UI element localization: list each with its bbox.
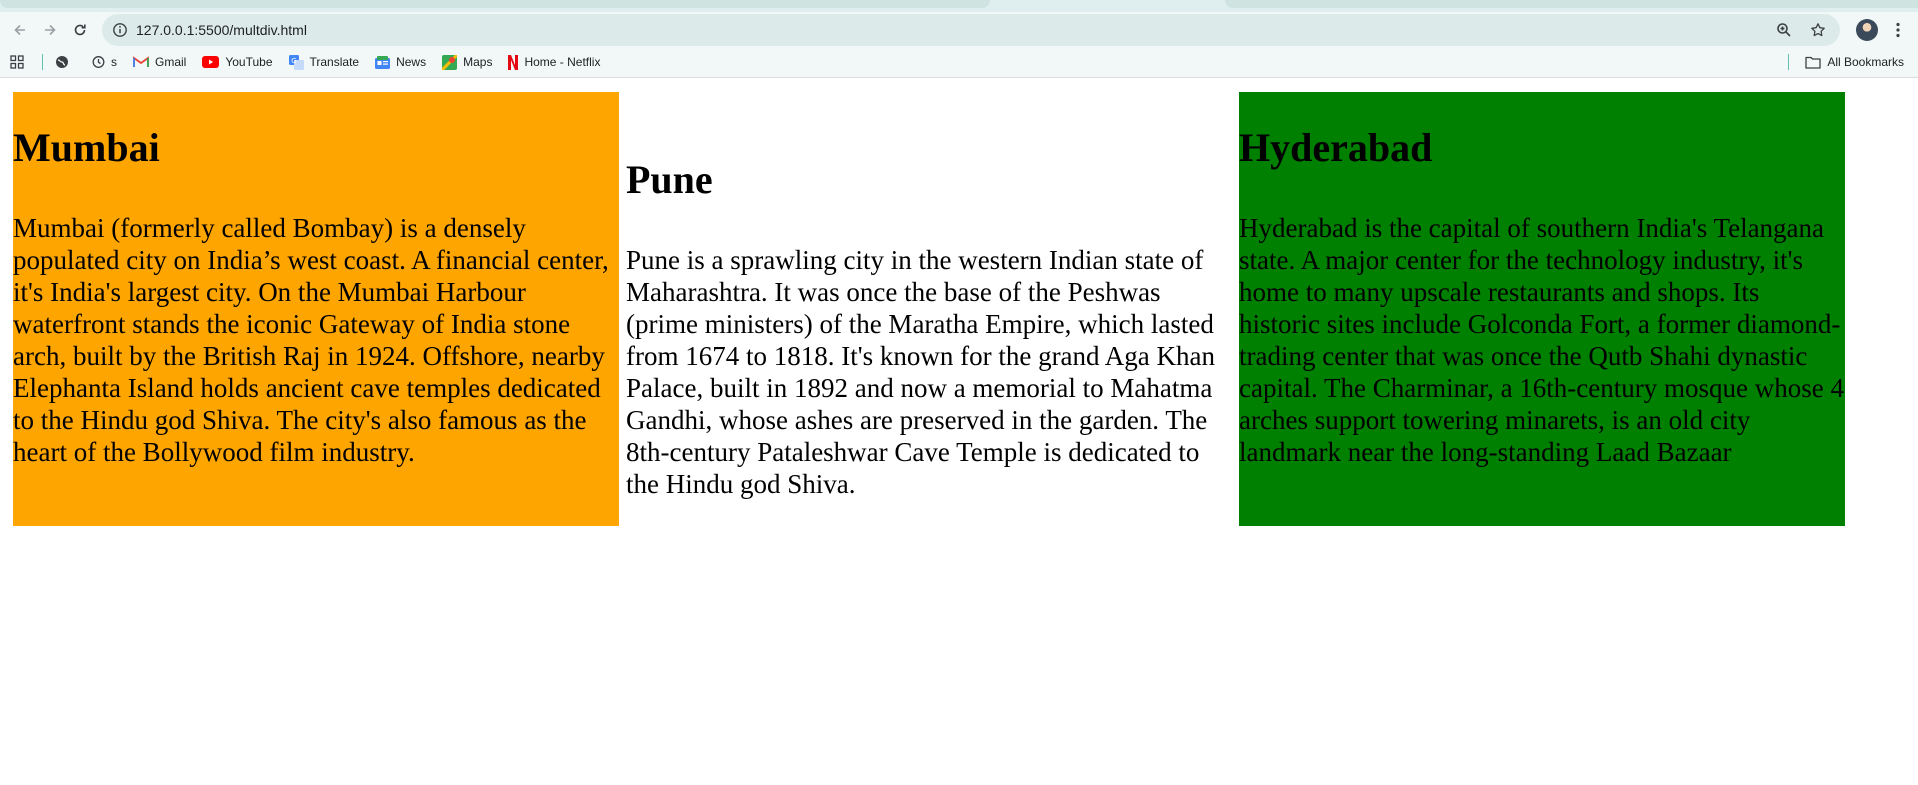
bookmark-translate[interactable]: G Translate (288, 54, 360, 70)
zoom-icon[interactable] (1776, 22, 1792, 38)
reload-icon (74, 24, 86, 35)
bookmark-netflix-label: Home - Netflix (524, 55, 601, 69)
browser-chrome: 127.0.0.1:5500/multdiv.html s Gmail YouT… (0, 0, 1918, 78)
city-card-pune: Pune Pune is a sprawling city in the wes… (626, 92, 1232, 526)
apps-grid-icon (10, 55, 24, 69)
city-card-hyderabad: Hyderabad Hyderabad is the capital of so… (1239, 92, 1845, 526)
back-button[interactable] (6, 16, 34, 44)
tab-active[interactable] (0, 0, 990, 8)
apps-button[interactable] (10, 55, 24, 69)
reload-button[interactable] (66, 16, 94, 44)
translate-icon: G (288, 54, 304, 70)
news-icon (375, 55, 391, 69)
menu-button[interactable] (1888, 20, 1908, 40)
all-bookmarks-label: All Bookmarks (1827, 55, 1904, 69)
city-card-mumbai: Mumbai Mumbai (formerly called Bombay) i… (13, 92, 619, 526)
netflix-icon (508, 54, 519, 70)
forward-button[interactable] (36, 16, 64, 44)
history-icon (91, 55, 105, 69)
city-description-mumbai: Mumbai (formerly called Bombay) is a den… (13, 213, 609, 467)
city-description-hyderabad: Hyderabad is the capital of southern Ind… (1239, 213, 1844, 467)
bookmark-netflix[interactable]: Home - Netflix (508, 54, 601, 70)
bookmark-gmail-label: Gmail (155, 55, 187, 69)
bookmark-youtube[interactable]: YouTube (202, 55, 273, 69)
svg-text:G: G (291, 57, 296, 65)
folder-icon (1805, 56, 1821, 69)
bookmark-maps-label: Maps (463, 55, 493, 69)
browser-toolbar: 127.0.0.1:5500/multdiv.html (0, 12, 1918, 47)
city-title-mumbai: Mumbai (13, 125, 160, 170)
bookmark-translate-label: Translate (309, 55, 360, 69)
city-title-hyderabad: Hyderabad (1239, 125, 1433, 170)
tab-inactive[interactable] (1225, 0, 1918, 8)
bookmark-maps[interactable]: Maps (442, 54, 493, 70)
forward-arrow-icon (45, 24, 56, 35)
back-arrow-icon (14, 24, 25, 35)
bookmark-history[interactable]: s (91, 55, 117, 69)
page-content: Mumbai Mumbai (formerly called Bombay) i… (0, 78, 1918, 774)
tab-strip (0, 0, 1918, 12)
bookmark-star-icon[interactable] (1810, 22, 1826, 38)
gmail-icon (133, 56, 149, 68)
bookmarks-bar: s Gmail YouTube G Translate News Maps Ho… (0, 47, 1918, 78)
bookmark-gmail[interactable]: Gmail (133, 55, 186, 69)
bookmarks-separator (42, 54, 43, 70)
maps-icon (442, 54, 458, 70)
bookmark-news[interactable]: News (375, 55, 426, 69)
youtube-icon (202, 56, 220, 68)
profile-avatar[interactable] (1856, 18, 1878, 41)
kebab-menu-icon (1896, 22, 1900, 37)
bookmark-youtube-label: YouTube (225, 55, 273, 69)
all-bookmarks-area: All Bookmarks (1786, 47, 1904, 77)
city-title-pune: Pune (626, 157, 713, 202)
url-text[interactable]: 127.0.0.1:5500/multdiv.html (136, 22, 1776, 38)
address-bar[interactable]: 127.0.0.1:5500/multdiv.html (102, 13, 1840, 46)
bookmark-globe[interactable] (55, 55, 75, 69)
bookmark-history-label: s (111, 55, 117, 69)
globe-icon (55, 55, 69, 69)
site-info-icon[interactable] (112, 22, 128, 38)
bookmark-news-label: News (396, 55, 427, 69)
city-description-pune: Pune is a sprawling city in the western … (626, 245, 1216, 499)
bookmarks-separator-right (1788, 54, 1790, 70)
all-bookmarks-button[interactable]: All Bookmarks (1805, 55, 1904, 69)
